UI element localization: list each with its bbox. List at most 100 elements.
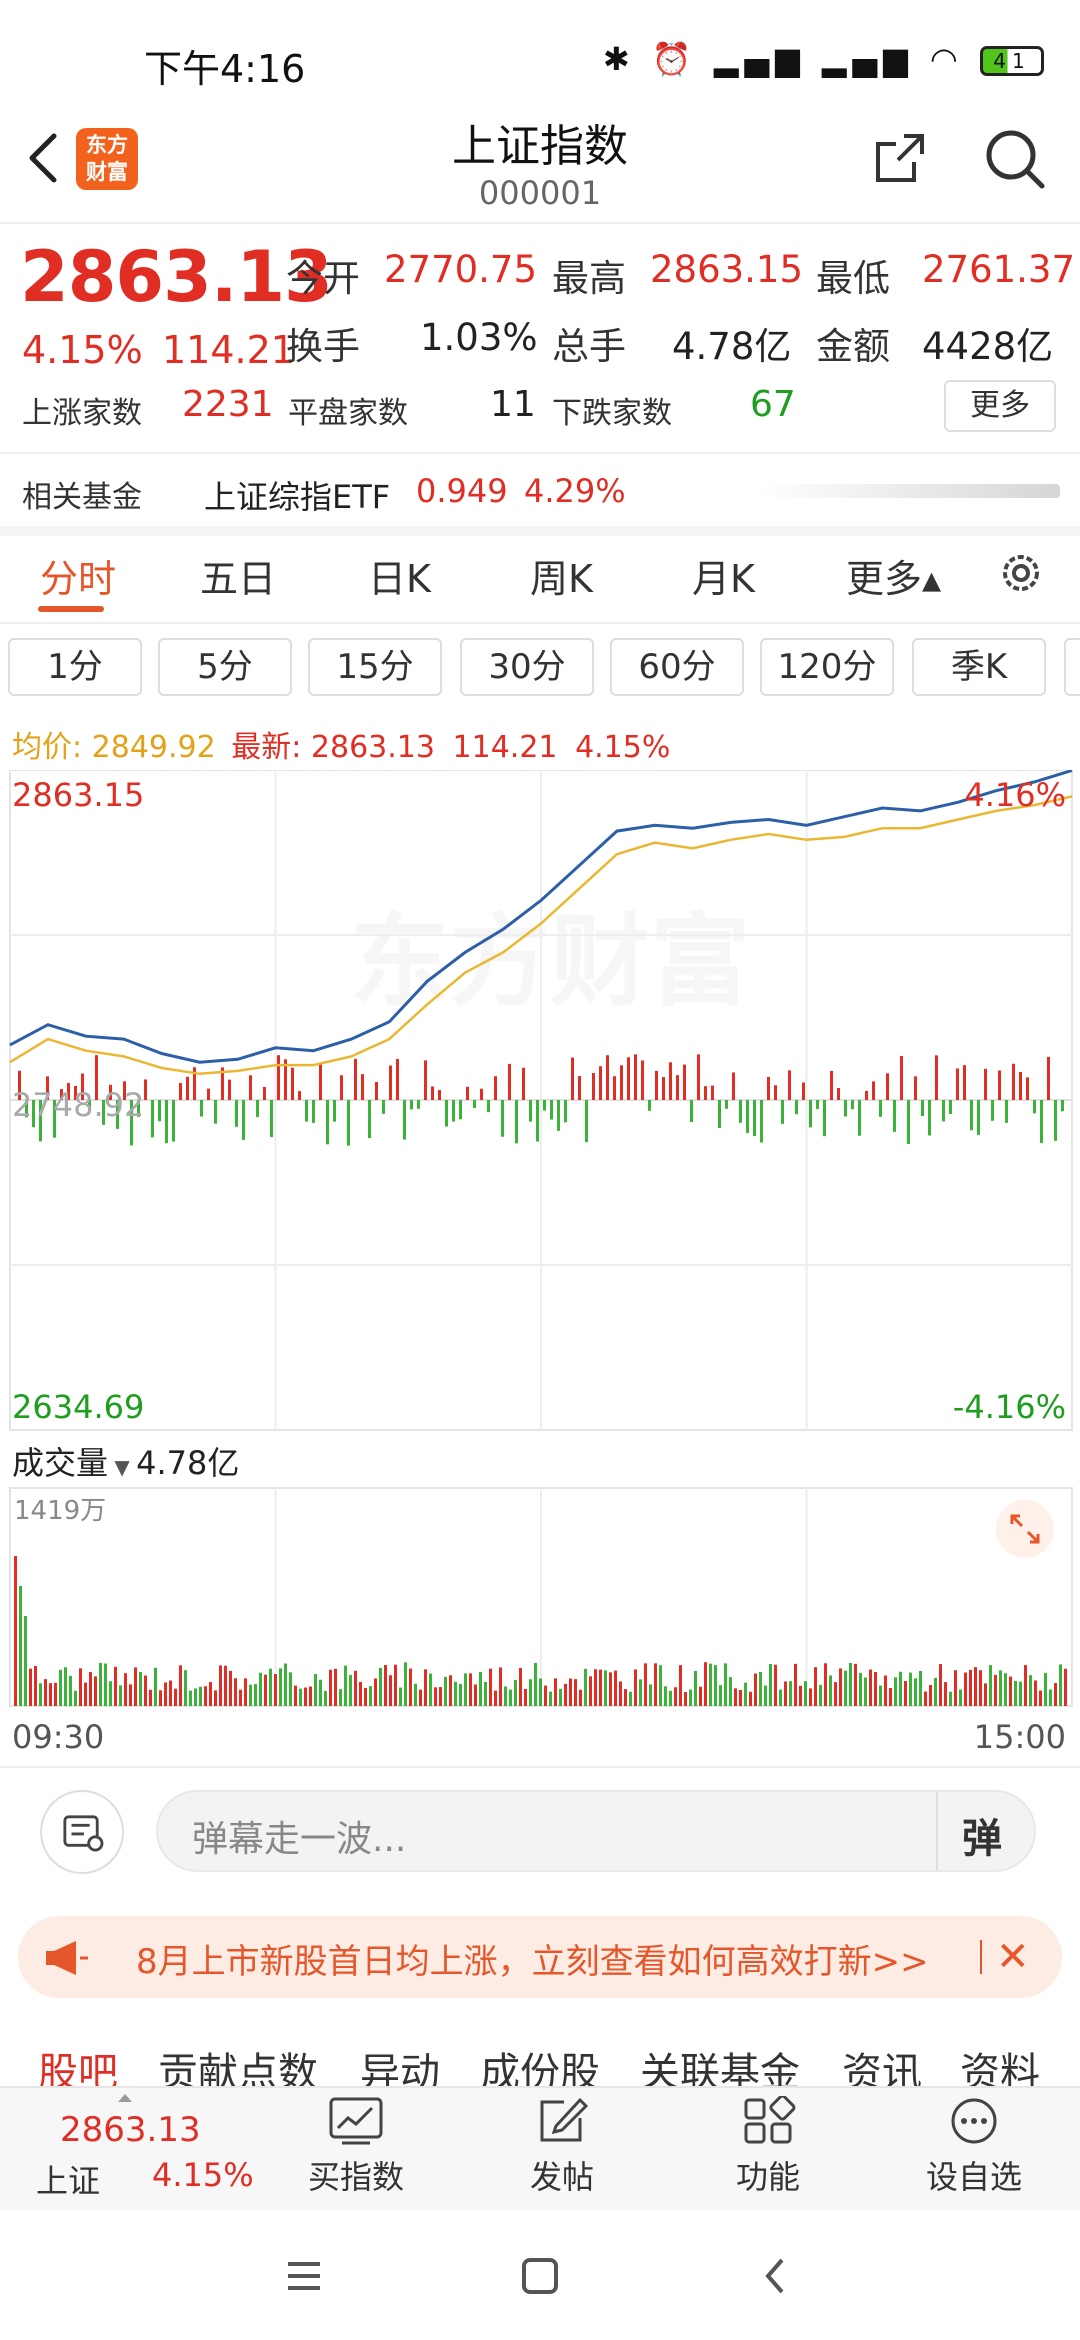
breadth-bar (480, 1088, 483, 1100)
volume-bar (504, 1686, 507, 1706)
gear-icon[interactable] (996, 548, 1046, 598)
breadth-bar (669, 1062, 672, 1100)
volume-bar (319, 1679, 322, 1706)
intraday-chart[interactable] (0, 770, 1080, 1770)
volume-selector[interactable]: 成交量 ▼ 4.78亿 (12, 1438, 239, 1484)
volume-bar (54, 1682, 57, 1706)
volume-bar (864, 1677, 867, 1706)
tab-weekly-k[interactable]: 周K (530, 548, 593, 603)
post-button[interactable]: 发帖 (492, 2096, 632, 2198)
volume-bar (524, 1688, 527, 1706)
tab-five-day[interactable]: 五日 (200, 548, 276, 603)
alarm-icon: ⏰ (651, 40, 698, 78)
breadth-bar (1054, 1100, 1057, 1141)
period-1min[interactable]: 1分 (8, 638, 142, 696)
expand-icon[interactable] (996, 1500, 1054, 1558)
back-nav-icon[interactable] (752, 2252, 800, 2300)
volume-bar (599, 1669, 602, 1706)
breadth-bar (599, 1066, 602, 1100)
breadth-bar (403, 1100, 406, 1140)
breadth-bar (529, 1100, 532, 1122)
amount-label: 金额 (816, 325, 890, 368)
related-fund-name[interactable]: 上证综指ETF (204, 472, 390, 518)
menu-icon[interactable] (280, 2252, 328, 2300)
banner-text[interactable]: 8月上市新股首日均上涨，立刻查看如何高效打新>> (136, 1934, 929, 1983)
breadth-bar (382, 1100, 385, 1114)
add-watchlist-button[interactable]: 设自选 (904, 2096, 1044, 2198)
functions-button[interactable]: 功能 (698, 2096, 838, 2198)
high-value: 2863.15 (650, 248, 804, 291)
volume-bar (744, 1682, 747, 1706)
home-icon[interactable] (516, 2252, 564, 2300)
breadth-bar (935, 1055, 938, 1100)
volume-bar (1009, 1676, 1012, 1706)
low-label: 最低 (816, 257, 890, 300)
high-label: 最高 (552, 257, 626, 300)
tab-intraday[interactable]: 分时 (40, 548, 116, 603)
period-5min[interactable]: 5分 (158, 638, 292, 696)
period-30min[interactable]: 30分 (460, 638, 594, 696)
danmaku-toggle-button[interactable]: 弹 (962, 1806, 1002, 1864)
more-button[interactable]: 更多 (944, 380, 1056, 432)
volume-bar (34, 1665, 37, 1706)
volume-bar (144, 1675, 147, 1706)
danmaku-settings-icon[interactable] (40, 1790, 124, 1874)
period-60min[interactable]: 60分 (610, 638, 744, 696)
breadth-bar (536, 1100, 539, 1142)
volume-bar (154, 1667, 157, 1706)
volume-bar (294, 1685, 297, 1706)
period-quarter-k[interactable]: 季K (912, 638, 1046, 696)
breadth-bar (907, 1100, 910, 1144)
bluetooth-icon: ✱ (602, 40, 636, 78)
volume-bar (69, 1675, 72, 1706)
volume-bar (929, 1685, 932, 1706)
breadth-bar (578, 1075, 581, 1100)
volume-bar (1034, 1680, 1037, 1706)
tab-more[interactable]: 更多▴ (846, 548, 941, 603)
volume-bar (269, 1668, 272, 1706)
volume-bar (499, 1667, 502, 1706)
volume-bar (714, 1665, 717, 1706)
volume-bar (99, 1662, 102, 1706)
share-icon[interactable] (870, 128, 930, 188)
status-time: 下午4:16 (144, 47, 306, 91)
expand-caret-icon[interactable] (118, 2094, 132, 2102)
period-15min[interactable]: 15分 (308, 638, 442, 696)
search-icon[interactable] (982, 126, 1048, 192)
buy-index-button[interactable]: 买指数 (286, 2096, 426, 2198)
tab-daily-k[interactable]: 日K (368, 548, 431, 603)
volume-bar (1004, 1673, 1007, 1706)
close-icon[interactable]: ✕ (996, 1934, 1030, 1980)
volume-bar (219, 1665, 222, 1706)
volume-bar (184, 1670, 187, 1706)
breadth-bar (774, 1085, 777, 1100)
breadth-bar (662, 1077, 665, 1100)
breadth-bar (879, 1100, 882, 1117)
volume-bar (224, 1665, 227, 1706)
breadth-bar (998, 1070, 1001, 1100)
period-120min[interactable]: 120分 (760, 638, 894, 696)
volume-bar (114, 1666, 117, 1706)
volume-bar (309, 1686, 312, 1706)
change-amount: 114.21 (162, 328, 295, 372)
volume-bar (199, 1686, 202, 1706)
volume-bar (659, 1665, 662, 1706)
volume-bar (684, 1691, 687, 1706)
volume-bar (484, 1681, 487, 1706)
tab-monthly-k[interactable]: 月K (692, 548, 755, 603)
breadth-bar (165, 1100, 168, 1144)
volume-bar (654, 1663, 657, 1706)
signal-icon: ▂▄▆ (821, 40, 914, 78)
breadth-bar (690, 1100, 693, 1123)
down-count-label: 下跌家数 (552, 396, 672, 431)
breadth-bar (753, 1100, 756, 1137)
danmaku-separator (936, 1792, 938, 1870)
volume-bar (229, 1670, 232, 1706)
volume-bar (579, 1689, 582, 1706)
volume-bar (839, 1668, 842, 1706)
period-overflow[interactable] (1064, 638, 1080, 696)
volume-bar (374, 1678, 377, 1706)
latest-change: 114.21 (452, 730, 558, 765)
volume-bar (94, 1676, 97, 1706)
breadth-bar (1047, 1056, 1050, 1100)
